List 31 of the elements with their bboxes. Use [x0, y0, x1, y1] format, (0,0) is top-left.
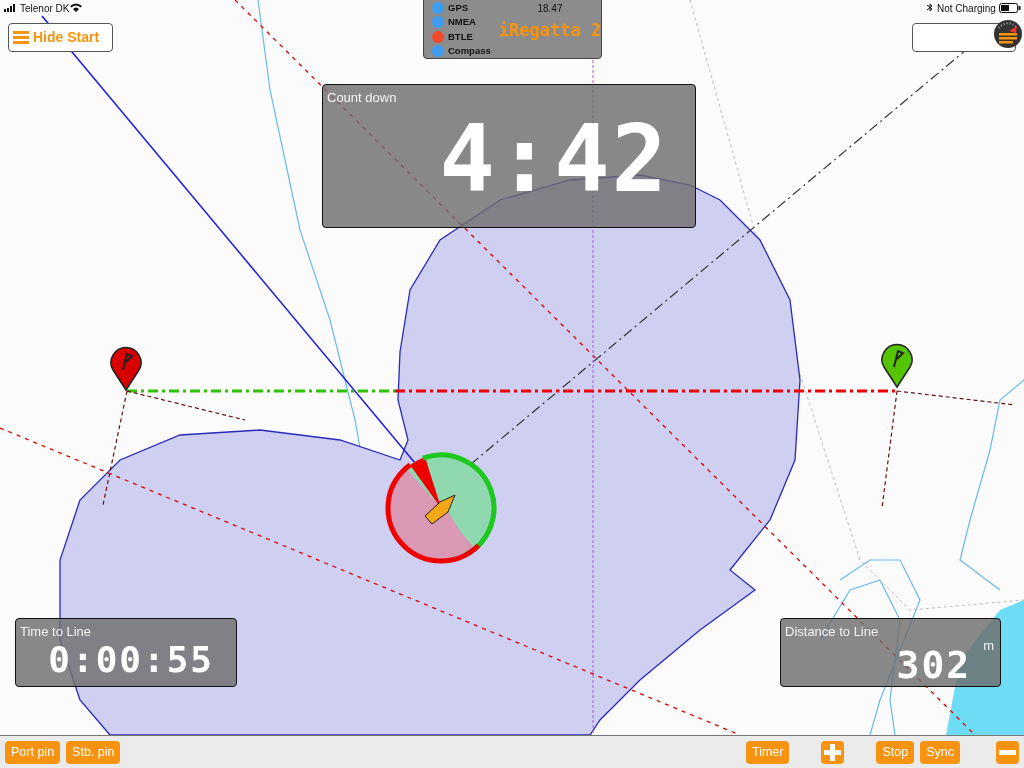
sensor-label: Compass [448, 43, 491, 58]
signal-icon [4, 4, 18, 12]
sensor-label: GPS [448, 1, 469, 15]
toolbar-button[interactable]: Timer [746, 740, 790, 764]
clock-time: 18.47 [537, 2, 563, 16]
carrier-name: Telenor DK [20, 2, 70, 16]
flag-pin-icon[interactable] [110, 346, 142, 391]
menu-icon [13, 31, 29, 44]
hide-start-button[interactable]: Hide Start [8, 23, 113, 52]
toolbar-button[interactable]: Port pin [5, 740, 61, 764]
plus-icon [824, 743, 842, 761]
panel-label: Count down [327, 89, 398, 107]
unit-label: m [983, 636, 994, 655]
toolbar-button[interactable]: Sync [920, 740, 960, 764]
battery-status: Not Charging [937, 2, 996, 16]
sensor-label: BTLE [448, 29, 473, 44]
distance-value: 302 [896, 645, 972, 684]
wifi-icon [70, 3, 82, 12]
gauge-icon [993, 19, 1023, 49]
countdown-value: 4:42 [439, 113, 669, 206]
panel-label: Distance to Line [785, 623, 880, 641]
minus-icon [999, 749, 1016, 755]
panel-label: Time to Line [20, 623, 93, 641]
time-to-line-value: 0:00:55 [48, 641, 214, 678]
toolbar-button[interactable]: Stb. pin [66, 740, 121, 764]
sensor-label: NMEA [448, 15, 476, 30]
battery-icon [999, 3, 1021, 13]
app-title: iRegatta 2 [498, 19, 602, 42]
flag-pin-icon[interactable] [881, 343, 913, 388]
toolbar-button[interactable]: Stop [876, 740, 915, 764]
bluetooth-icon [927, 3, 933, 12]
